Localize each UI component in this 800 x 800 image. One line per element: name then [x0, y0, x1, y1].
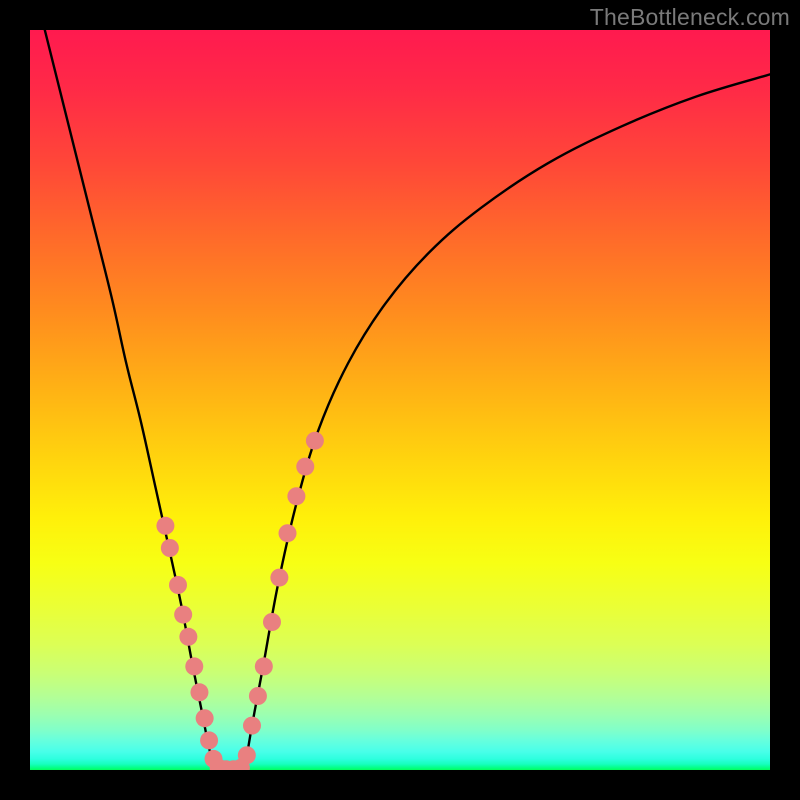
data-dot — [249, 687, 267, 705]
data-dot — [185, 657, 203, 675]
data-dot — [296, 458, 314, 476]
data-dot — [306, 432, 324, 450]
data-dot — [287, 487, 305, 505]
data-dot — [156, 517, 174, 535]
chart-frame: TheBottleneck.com — [0, 0, 800, 800]
data-dot — [169, 576, 187, 594]
data-dot — [200, 731, 218, 749]
watermark-text: TheBottleneck.com — [590, 4, 790, 31]
data-dot — [255, 657, 273, 675]
data-dot — [190, 683, 208, 701]
data-dot — [279, 524, 297, 542]
data-dot — [161, 539, 179, 557]
curve-group — [45, 30, 770, 770]
data-dot — [270, 569, 288, 587]
data-dot — [263, 613, 281, 631]
plot-area — [30, 30, 770, 770]
data-dot — [238, 746, 256, 764]
data-dot — [196, 709, 214, 727]
data-dot — [179, 628, 197, 646]
chart-svg — [30, 30, 770, 770]
data-dot — [174, 606, 192, 624]
data-dot — [243, 717, 261, 735]
bottleneck-curve — [45, 30, 770, 770]
